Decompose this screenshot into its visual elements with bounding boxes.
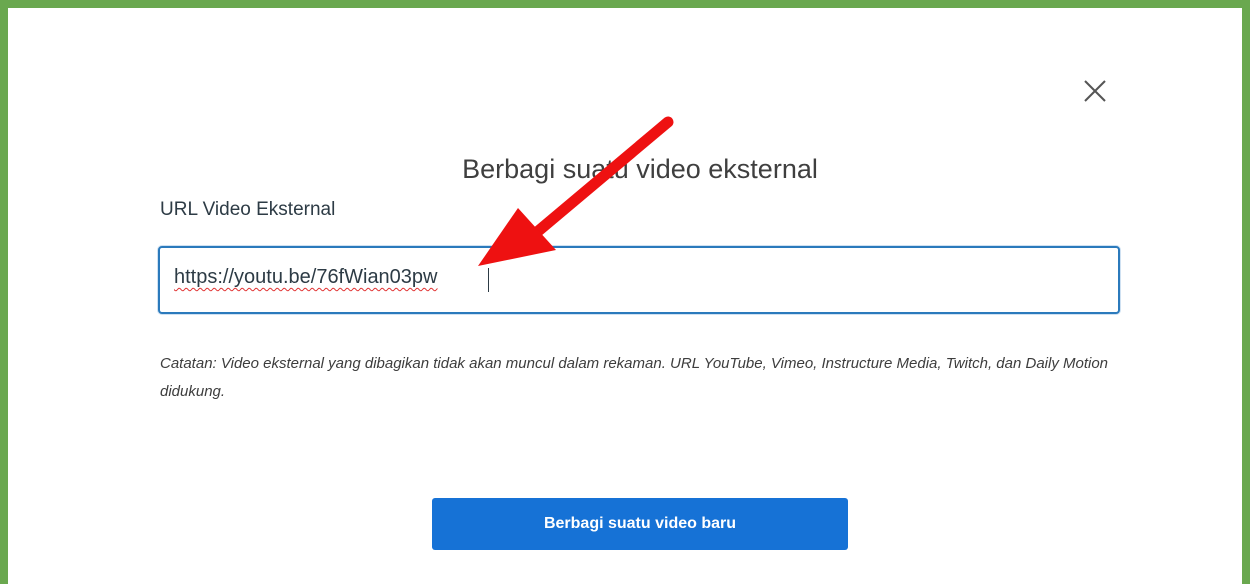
url-input[interactable]: https://youtu.be/76fWian03pw [158,246,1120,314]
text-caret [488,268,489,292]
url-input-value: https://youtu.be/76fWian03pw [174,266,438,288]
dialog-frame: Berbagi suatu video eksternal URL Video … [0,0,1250,584]
share-video-button[interactable]: Berbagi suatu video baru [432,498,848,550]
url-field-label: URL Video Eksternal [160,199,336,220]
close-icon[interactable] [1082,78,1108,104]
note-text: Catatan: Video eksternal yang dibagikan … [160,355,1109,400]
dialog-title: Berbagi suatu video eksternal [462,154,818,184]
